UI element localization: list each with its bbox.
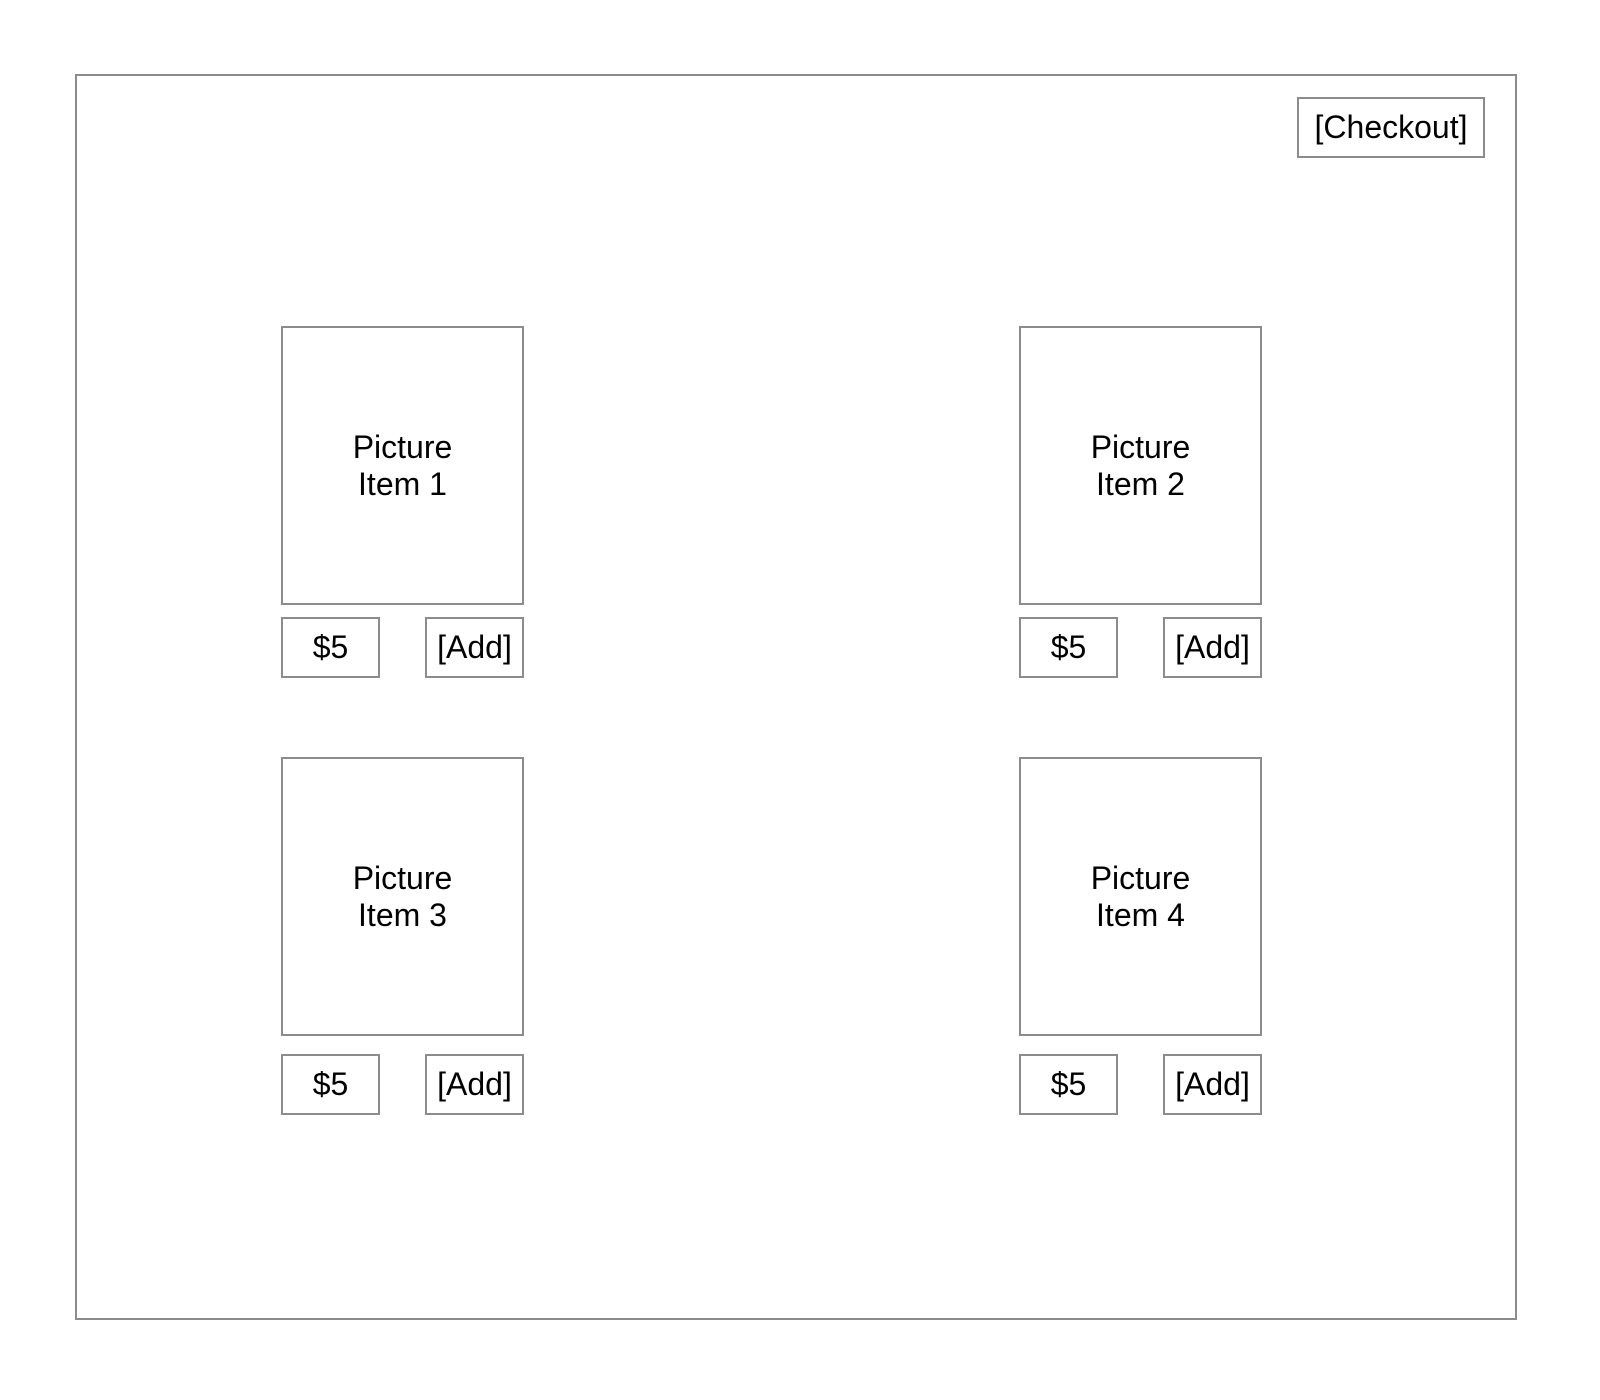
page-frame (75, 74, 1517, 1320)
product-item-label: Item 4 (1096, 896, 1185, 933)
checkout-button[interactable]: [Checkout] (1297, 97, 1485, 158)
add-button-item-2[interactable]: [Add] (1163, 617, 1262, 678)
product-picture-label: Picture (1090, 859, 1191, 896)
product-price-item-2: $5 (1019, 617, 1118, 678)
product-price-item-1: $5 (281, 617, 380, 678)
product-item-label: Item 3 (358, 896, 447, 933)
add-button-item-4[interactable]: [Add] (1163, 1054, 1262, 1115)
add-button-item-3[interactable]: [Add] (425, 1054, 524, 1115)
product-picture-label: Picture (352, 859, 453, 896)
product-item-label: Item 1 (358, 465, 447, 502)
product-item-label: Item 2 (1096, 465, 1185, 502)
product-price-item-3: $5 (281, 1054, 380, 1115)
product-picture-item-2: Picture Item 2 (1019, 326, 1262, 605)
add-button-item-1[interactable]: [Add] (425, 617, 524, 678)
product-picture-item-1: Picture Item 1 (281, 326, 524, 605)
product-price-item-4: $5 (1019, 1054, 1118, 1115)
product-picture-item-3: Picture Item 3 (281, 757, 524, 1036)
product-picture-item-4: Picture Item 4 (1019, 757, 1262, 1036)
product-picture-label: Picture (1090, 428, 1191, 465)
product-picture-label: Picture (352, 428, 453, 465)
